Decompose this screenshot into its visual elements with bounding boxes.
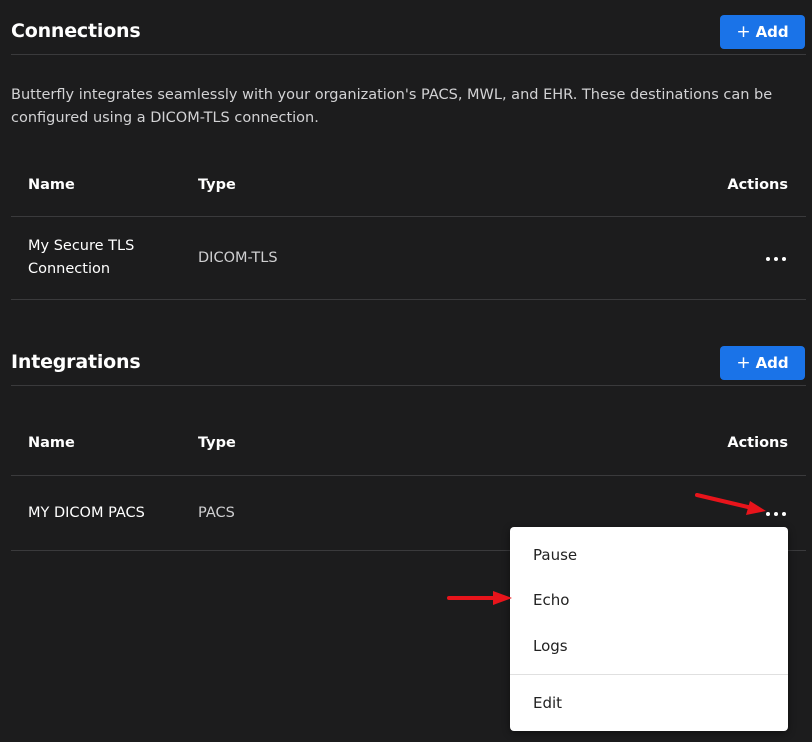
column-header-name: Name bbox=[28, 435, 75, 451]
column-header-type: Type bbox=[198, 435, 236, 451]
connections-table-header: Name Type Actions bbox=[11, 177, 806, 197]
connections-header-divider bbox=[11, 216, 806, 217]
page: Connections + Add Butterfly integrates s… bbox=[0, 0, 812, 742]
table-row[interactable]: My Secure TLS Connection DICOM-TLS bbox=[11, 235, 806, 283]
integrations-header: Integrations + Add bbox=[11, 346, 805, 386]
integrations-table-header: Name Type Actions bbox=[11, 435, 806, 455]
table-row[interactable]: MY DICOM PACS PACS bbox=[11, 502, 806, 526]
integrations-header-divider bbox=[11, 475, 806, 476]
column-header-actions: Actions bbox=[727, 177, 788, 193]
plus-icon: + bbox=[736, 353, 751, 373]
connections-description: Butterfly integrates seamlessly with you… bbox=[11, 87, 773, 126]
row-type: PACS bbox=[198, 505, 235, 521]
connections-row-divider bbox=[11, 299, 806, 300]
column-header-type: Type bbox=[198, 177, 236, 193]
red-arrow-icon bbox=[447, 591, 512, 605]
menu-item-logs[interactable]: Logs bbox=[510, 626, 788, 666]
row-actions-menu: Pause Echo Logs Edit bbox=[510, 527, 788, 731]
row-type: DICOM-TLS bbox=[198, 250, 278, 266]
connections-divider bbox=[11, 54, 806, 55]
column-header-name: Name bbox=[28, 177, 75, 193]
add-connection-label: Add bbox=[755, 23, 789, 41]
menu-divider bbox=[510, 674, 788, 675]
menu-item-pause[interactable]: Pause bbox=[510, 535, 788, 575]
add-integration-label: Add bbox=[755, 354, 789, 372]
connections-header: Connections + Add bbox=[11, 15, 805, 55]
row-name: MY DICOM PACS bbox=[28, 505, 145, 521]
menu-item-echo[interactable]: Echo bbox=[510, 580, 788, 620]
more-horizontal-icon[interactable] bbox=[766, 254, 786, 264]
red-arrow-icon bbox=[695, 493, 766, 515]
plus-icon: + bbox=[736, 22, 751, 42]
column-header-actions: Actions bbox=[727, 435, 788, 451]
menu-item-edit[interactable]: Edit bbox=[510, 683, 788, 723]
integrations-divider bbox=[11, 385, 806, 386]
integrations-title: Integrations bbox=[11, 351, 141, 373]
row-name: My Secure TLS Connection bbox=[28, 238, 135, 277]
add-connection-button[interactable]: + Add bbox=[720, 15, 805, 49]
add-integration-button[interactable]: + Add bbox=[720, 346, 805, 380]
connections-title: Connections bbox=[11, 20, 141, 42]
